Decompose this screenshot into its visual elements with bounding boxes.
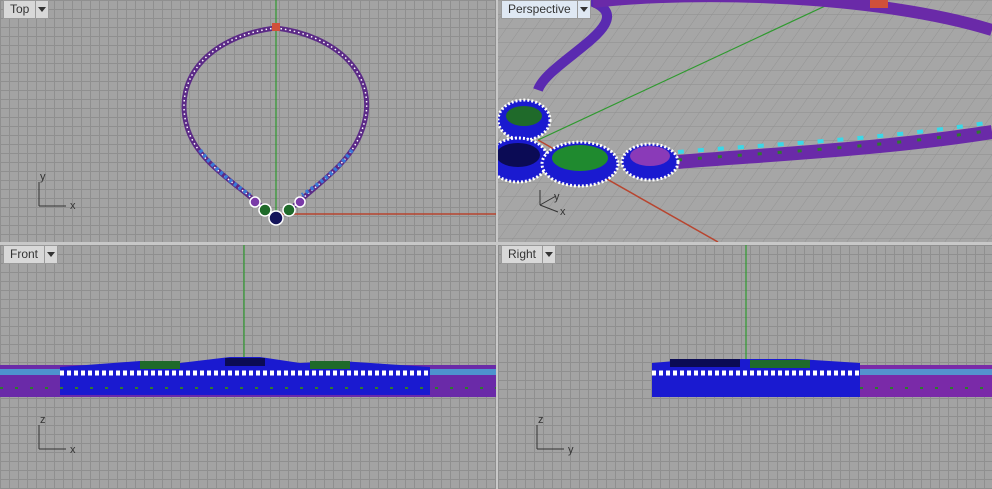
gem-dark [225,358,265,366]
clasp-marker [272,23,280,31]
axis-label-x: x [560,206,566,218]
axis-label-x: x [70,444,76,456]
viewport-title-top[interactable]: Top [3,0,50,19]
gem-green [506,106,542,126]
clasp-marker [870,0,888,8]
viewport-title-text: Right [508,247,537,261]
gem-center [268,210,284,226]
gem-green-large [552,145,608,171]
gem-green [140,361,180,369]
gem-purple [249,196,261,208]
gem-dark [498,143,540,167]
world-axes-icon: z x [38,414,76,456]
axis-label-z: z [538,414,544,426]
viewport-title-text: Front [10,247,39,261]
world-axes-icon: y x [38,171,76,212]
gem-purple [630,146,670,166]
front-view-canvas: z x [0,245,496,456]
axis-label-y: y [554,191,560,203]
viewport-title-text: Perspective [508,2,571,16]
viewport-perspective[interactable]: y x Perspective [498,0,992,242]
viewport-title-front[interactable]: Front [3,245,59,264]
gem-green [750,360,810,368]
world-axes-icon: z y [536,414,574,456]
viewport-title-right[interactable]: Right [501,245,557,264]
axis-label-z: z [40,414,46,426]
dropdown-arrow-icon[interactable] [44,246,57,263]
viewport-right[interactable]: z y Right [498,245,992,489]
gem-green [258,203,272,217]
axis-label-x: x [70,200,76,212]
cyan-row [858,369,992,375]
dropdown-arrow-icon[interactable] [35,1,48,18]
axis-label-y: y [568,444,574,456]
viewport-top[interactable]: y x Top [0,0,496,242]
perspective-view-canvas: y x [498,0,992,242]
dropdown-arrow-icon[interactable] [542,246,555,263]
viewport-front[interactable]: z x Front [0,245,496,489]
axis-label-y: y [40,171,46,183]
gem-green [282,203,296,217]
right-view-canvas: z y [536,245,992,456]
gem-green [310,361,350,369]
top-view-canvas: y x [38,0,496,226]
gem-dark [670,359,740,367]
viewport-title-text: Top [10,2,30,16]
gem-purple [294,196,306,208]
dropdown-arrow-icon[interactable] [576,1,590,18]
viewport-title-perspective[interactable]: Perspective [501,0,591,19]
necklace-chain [181,25,370,212]
